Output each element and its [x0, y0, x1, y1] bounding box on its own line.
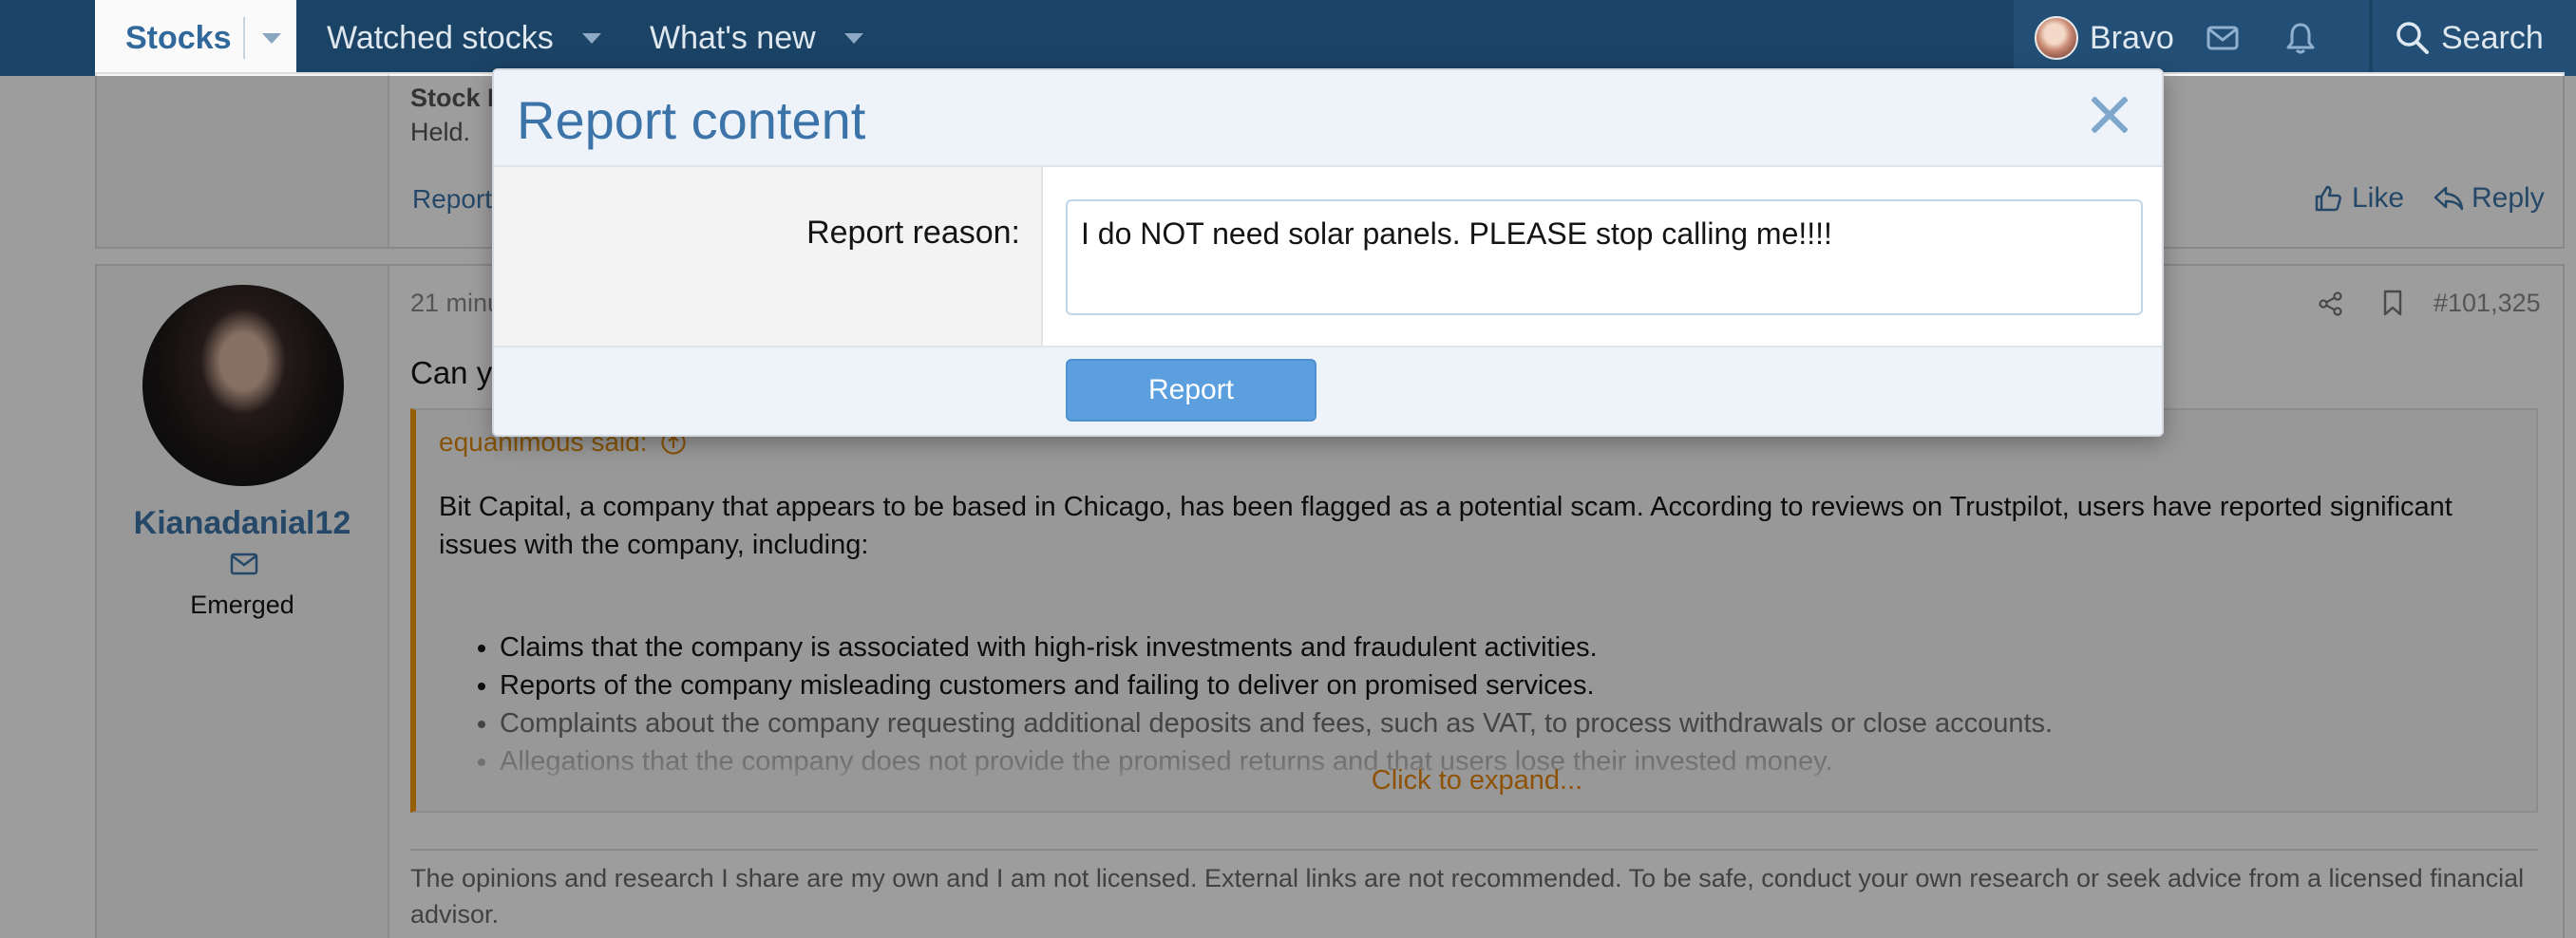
search-icon	[2396, 22, 2429, 54]
search-label: Search	[2441, 19, 2544, 56]
avatar	[2035, 16, 2078, 60]
chevron-down-icon[interactable]	[581, 32, 601, 44]
report-reason-input[interactable]: I do NOT need solar panels. PLEASE stop …	[1066, 199, 2143, 315]
chevron-down-icon[interactable]	[843, 32, 863, 44]
account-menu[interactable]: Bravo	[2035, 16, 2174, 60]
reason-label: Report reason:	[806, 215, 1020, 251]
nav-tab-whats-new[interactable]: What's new	[650, 0, 863, 76]
search-button[interactable]: Search	[2373, 0, 2576, 76]
close-icon[interactable]	[2086, 91, 2133, 139]
report-button[interactable]: Report	[1066, 359, 1316, 422]
chevron-down-icon[interactable]	[261, 32, 281, 44]
account-area: Bravo	[2014, 0, 2369, 76]
nav-tab-label: Watched stocks	[327, 19, 554, 56]
dialog-footer: Report	[494, 346, 2162, 435]
bell-icon[interactable]	[2286, 22, 2315, 54]
dialog-body: Report reason: I do NOT need solar panel…	[494, 167, 2162, 346]
nav-tab-label: Stocks	[125, 19, 232, 56]
nav-divider	[242, 17, 245, 59]
top-navbar: Stocks Watched stocks What's new Bravo S…	[0, 0, 2576, 76]
dialog-title: Report content	[517, 90, 866, 150]
nav-tab-label: What's new	[650, 19, 816, 56]
nav-tab-stocks[interactable]: Stocks	[95, 0, 296, 76]
report-dialog: Report content Report reason: I do NOT n…	[492, 68, 2164, 437]
mail-icon[interactable]	[2207, 26, 2239, 50]
reason-label-cell: Report reason:	[494, 167, 1043, 346]
username: Bravo	[2090, 19, 2174, 56]
nav-tab-watched-stocks[interactable]: Watched stocks	[327, 0, 601, 76]
dialog-header: Report content	[494, 70, 2162, 167]
